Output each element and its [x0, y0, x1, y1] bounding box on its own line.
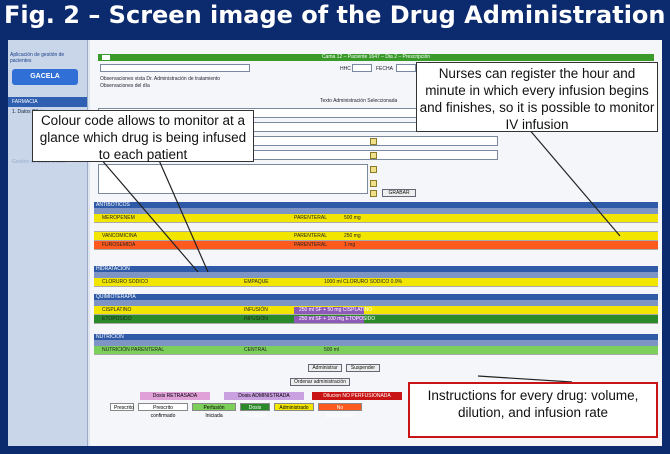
callout-colour-code: Colour code allows to monitor at a glanc… [32, 110, 254, 162]
callout-nurses: Nurses can register the hour and minute … [416, 62, 658, 132]
app-screenshot: Aplicación de gestión de pacientes GACEL… [8, 40, 662, 446]
arrow-line [527, 127, 621, 237]
figure-banner: Fig. 2 – Screen image of the Drug Admini… [0, 0, 670, 34]
callout-instructions: Instructions for every drug: volume, dil… [408, 382, 658, 438]
